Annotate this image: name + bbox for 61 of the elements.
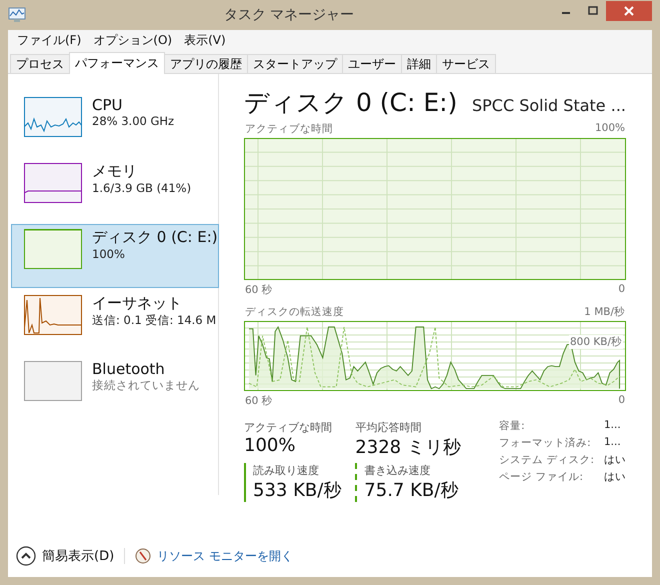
stat-label: アクティブな時間 — [244, 420, 333, 435]
axis-end-label: 0 — [618, 283, 625, 297]
device-name: メモリ — [92, 162, 138, 181]
tab[interactable]: スタートアップ — [247, 54, 343, 73]
chart-label: アクティブな時間 — [245, 122, 333, 136]
sidebar-item[interactable]: ディスク 0 (C: E:) 100% — [11, 224, 219, 288]
device-status: 1.6/3.9 GB (41%) — [92, 181, 192, 195]
device-name: ディスク 0 (C: E:) — [92, 228, 218, 247]
tab[interactable]: ユーザー — [342, 54, 402, 73]
close-button[interactable] — [606, 1, 652, 21]
stat-value: 2328 ミリ秒 — [355, 436, 461, 459]
maximize-icon — [588, 6, 598, 16]
close-icon — [623, 5, 635, 17]
axis-max-label: 1 MB/秒 — [584, 305, 625, 319]
device-status: 28% 3.00 GHz — [92, 114, 174, 128]
sidebar-item[interactable]: CPU 28% 3.00 GHz — [11, 92, 219, 156]
disk-title: ディスク 0 (C: E:) — [244, 87, 458, 119]
device-status: 接続されていません — [92, 378, 200, 393]
chart-label: ディスクの転送速度 — [245, 305, 344, 319]
sidebar-item[interactable]: イーサネット 送信: 0.1 受信: 14.6 M — [11, 290, 219, 354]
stat-value: 75.7 KB/秒 — [364, 479, 460, 502]
device-name: Bluetooth — [92, 360, 166, 378]
axis-end-label: 0 — [618, 394, 625, 408]
window-title: タスク マネージャー — [222, 6, 356, 24]
stat-label: 読み取り速度 — [253, 463, 320, 478]
sidebar-item[interactable]: メモリ 1.6/3.9 GB (41%) — [11, 158, 219, 222]
menu-item[interactable]: 表示(V) — [179, 30, 231, 51]
tab[interactable]: パフォーマンス — [69, 52, 165, 74]
property-value: はい — [604, 470, 626, 484]
sidebar-item[interactable]: Bluetooth 接続されていません — [11, 356, 219, 420]
axis-start-label: 60 秒 — [245, 283, 273, 297]
property-label: 容量: — [499, 419, 526, 433]
stat-value: 100% — [244, 435, 296, 456]
tab[interactable]: サービス — [436, 54, 496, 73]
property-label: システム ディスク: — [499, 453, 594, 467]
device-name: イーサネット — [92, 294, 183, 313]
stat-value: 533 KB/秒 — [253, 479, 342, 502]
property-label: ページ ファイル: — [499, 470, 584, 484]
menu-item[interactable]: ファイル(F) — [12, 30, 86, 51]
resource-monitor-link[interactable]: リソース モニターを開く — [157, 548, 293, 564]
device-name: CPU — [92, 96, 124, 114]
fewer-details-button[interactable]: 簡易表示(D) — [16, 546, 114, 566]
property-value: はい — [604, 453, 626, 467]
menu-item[interactable]: オプション(O) — [88, 30, 178, 51]
device-status: 送信: 0.1 受信: 14.6 M — [92, 313, 216, 328]
tab[interactable]: 詳細 — [401, 54, 437, 73]
device-status: 100% — [92, 247, 126, 261]
disk-model: SPCC Solid State ... — [472, 96, 626, 115]
axis-start-label: 60 秒 — [245, 394, 273, 408]
tab[interactable]: プロセス — [10, 54, 70, 73]
grid-marker-label: 800 KB/秒 — [568, 335, 623, 349]
chevron-up-icon — [16, 546, 36, 566]
tab[interactable]: アプリの履歴 — [164, 54, 248, 73]
property-value: 1... — [604, 419, 622, 433]
property-value: 1... — [604, 436, 622, 450]
app-icon — [8, 7, 26, 23]
axis-max-label: 100% — [594, 122, 625, 136]
stat-label: 平均応答時間 — [355, 420, 422, 435]
property-label: フォーマット済み: — [499, 436, 592, 450]
gauge-icon — [135, 548, 152, 564]
stat-label: 書き込み速度 — [364, 463, 432, 478]
